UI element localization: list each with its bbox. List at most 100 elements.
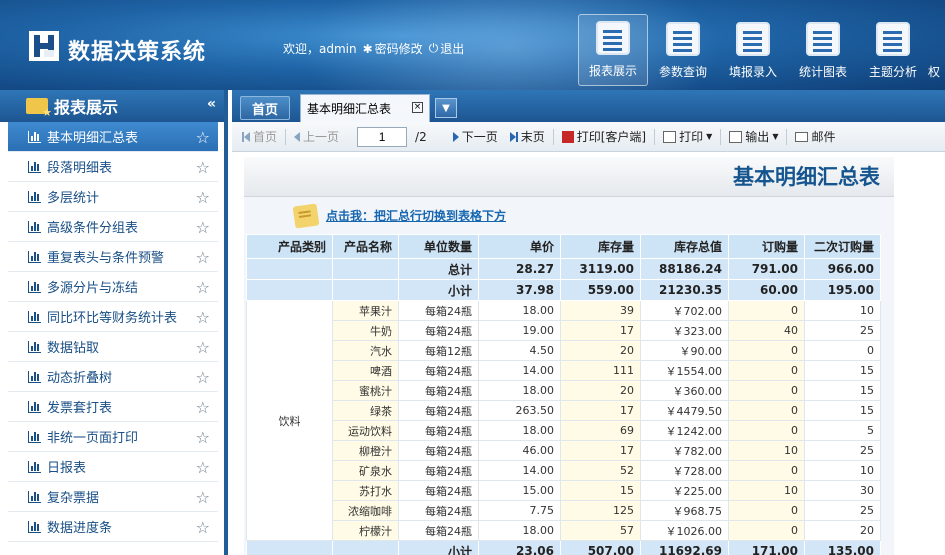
table-cell: 15 — [804, 360, 881, 381]
tab-current-report[interactable]: 基本明细汇总表 × — [300, 94, 430, 122]
table-cell: ￥225.00 — [640, 480, 729, 501]
star-icon[interactable]: ☆ — [196, 368, 210, 387]
table-cell: ￥1554.00 — [640, 360, 729, 381]
first-page-button[interactable]: 首页 — [236, 126, 283, 148]
star-icon[interactable]: ☆ — [196, 158, 210, 177]
star-icon[interactable]: ☆ — [196, 398, 210, 417]
star-icon[interactable]: ☆ — [196, 518, 210, 537]
nav-item-param-query[interactable]: 参数查询 — [648, 14, 718, 86]
sidebar-item[interactable]: 重复表头与条件预警 ☆ — [8, 242, 218, 272]
sidebar-item[interactable]: 基本明细汇总表 ☆ — [8, 122, 218, 152]
welcome-bar: 欢迎，admin ✱ 密码修改 ⏻ 退出 — [283, 40, 464, 57]
sidebar-item[interactable]: 高级条件分组表 ☆ — [8, 212, 218, 242]
total-empty-cell — [332, 258, 399, 280]
star-icon[interactable]: ☆ — [196, 338, 210, 357]
star-icon[interactable]: ☆ — [196, 278, 210, 297]
sidebar-item-label: 基本明细汇总表 — [47, 131, 139, 146]
table-row: 运动饮料 每箱24瓶 18.00 69 ￥1242.00 0 5 — [247, 420, 881, 441]
toggle-summary-link[interactable]: 点击我：把汇总行切换到表格下方 — [326, 207, 506, 224]
star-icon[interactable]: ☆ — [196, 428, 210, 447]
print-button[interactable]: 打印 ▼ — [657, 126, 718, 148]
sidebar-item[interactable]: 多源分片与冻结 ☆ — [8, 272, 218, 302]
table-cell: 18.00 — [478, 520, 561, 541]
table-cell: 0 — [728, 520, 805, 541]
list-icon — [876, 22, 910, 56]
total-label: 总计 — [398, 258, 479, 280]
change-password-link[interactable]: ✱ 密码修改 — [363, 40, 423, 57]
nav-item-stat-chart[interactable]: 统计图表 — [788, 14, 858, 86]
table-cell: 每箱24瓶 — [398, 520, 479, 541]
star-icon[interactable]: ☆ — [196, 128, 210, 147]
sidebar-item[interactable]: 发票套打表 ☆ — [8, 392, 218, 422]
sidebar-item[interactable]: 数据进度条 ☆ — [8, 512, 218, 542]
bar-chart-icon — [28, 130, 41, 143]
table-cell: 每箱24瓶 — [398, 380, 479, 401]
sidebar: 报表展示 « 基本明细汇总表☆段落明细表☆多层统计☆高级条件分组表☆重复表头与条… — [0, 90, 228, 555]
table-cell: 5 — [804, 420, 881, 441]
table-cell: 17 — [560, 320, 641, 341]
star-icon[interactable]: ☆ — [196, 188, 210, 207]
table-cell: 每箱24瓶 — [398, 420, 479, 441]
tab-current-label: 基本明细汇总表 — [307, 102, 392, 116]
column-header: 单位数量 — [398, 234, 479, 259]
page-number-input[interactable] — [357, 126, 408, 147]
prev-page-button[interactable]: 上一页 — [288, 126, 345, 148]
table-cell: 0 — [728, 500, 805, 521]
subtotal-price: 23.06 — [478, 540, 561, 555]
report-toolbar: 首页 上一页 /2 下一页 末页 打印[客户端] 打印 ▼ 输出 ▼ 邮件 — [232, 122, 945, 152]
table-cell: 浓缩咖啡 — [332, 500, 399, 521]
table-cell: 111 — [560, 360, 641, 381]
sidebar-collapse-button[interactable]: « — [207, 96, 216, 112]
sidebar-item[interactable]: 日报表 ☆ — [8, 452, 218, 482]
star-icon[interactable]: ☆ — [196, 248, 210, 267]
export-label: 输出 — [745, 130, 770, 144]
mail-button[interactable]: 邮件 — [789, 126, 841, 148]
chevron-down-icon: ▼ — [442, 102, 450, 114]
subtotal-value: 11692.69 — [640, 540, 729, 555]
star-icon[interactable]: ☆ — [196, 218, 210, 237]
sidebar-item-label: 段落明细表 — [47, 161, 113, 176]
print-client-button[interactable]: 打印[客户端] — [556, 126, 652, 148]
sidebar-item-label: 数据钻取 — [47, 341, 100, 356]
nav-item-label: 主题分析 — [868, 65, 917, 79]
table-cell: ￥1026.00 — [640, 520, 729, 541]
subtotal-order: 60.00 — [728, 279, 805, 301]
chevron-down-icon: ▼ — [772, 132, 779, 141]
table-cell: 20 — [560, 380, 641, 401]
column-header: 库存总值 — [640, 234, 729, 259]
table-cell: 15.00 — [478, 480, 561, 501]
tab-dropdown-button[interactable]: ▼ — [435, 98, 457, 118]
sidebar-item[interactable]: 同比环比等财务统计表 ☆ — [8, 302, 218, 332]
bar-chart-icon — [28, 160, 41, 173]
sidebar-item[interactable]: 动态折叠树 ☆ — [8, 362, 218, 392]
total-row: 总计 28.27 3119.00 88186.24 791.00 966.00 — [246, 258, 881, 280]
sidebar-item[interactable]: 多层统计 ☆ — [8, 182, 218, 212]
logout-link[interactable]: ⏻ 退出 — [429, 40, 465, 57]
subtotal-row: 小计 23.06 507.00 11692.69 171.00 135.00 — [246, 540, 881, 555]
last-page-button[interactable]: 末页 — [504, 126, 551, 148]
star-icon[interactable]: ☆ — [196, 308, 210, 327]
nav-item-report[interactable]: 报表展示 — [578, 14, 648, 86]
export-button[interactable]: 输出 ▼ — [723, 126, 784, 148]
sidebar-item[interactable]: 复杂票据 ☆ — [8, 482, 218, 512]
close-icon[interactable]: × — [412, 102, 423, 113]
sidebar-item[interactable]: 数据钻取 ☆ — [8, 332, 218, 362]
sidebar-item[interactable]: 段落明细表 ☆ — [8, 152, 218, 182]
nav-item-data-entry[interactable]: 填报录入 — [718, 14, 788, 86]
table-row: 啤酒 每箱24瓶 14.00 111 ￥1554.00 0 15 — [247, 360, 881, 381]
app-logo-icon — [29, 31, 59, 61]
nav-item-theme-analysis[interactable]: 主题分析 — [858, 14, 928, 86]
tab-bar: 首页 基本明细汇总表 × ▼ — [232, 90, 945, 122]
subtotal-order: 171.00 — [728, 540, 805, 555]
sidebar-item[interactable]: 非统一页面打印 ☆ — [8, 422, 218, 452]
table-cell: 每箱24瓶 — [398, 360, 479, 381]
tab-home[interactable]: 首页 — [240, 96, 290, 120]
nav-item-label: 统计图表 — [798, 65, 847, 79]
star-icon[interactable]: ☆ — [196, 488, 210, 507]
next-page-button[interactable]: 下一页 — [447, 126, 504, 148]
table-row: 绿茶 每箱24瓶 263.50 17 ￥4479.50 0 15 — [247, 400, 881, 421]
table-cell: 25 — [804, 500, 881, 521]
subtotal-empty-cell — [332, 540, 399, 555]
star-icon[interactable]: ☆ — [196, 458, 210, 477]
nav-item-permission[interactable]: 权 — [928, 14, 945, 86]
